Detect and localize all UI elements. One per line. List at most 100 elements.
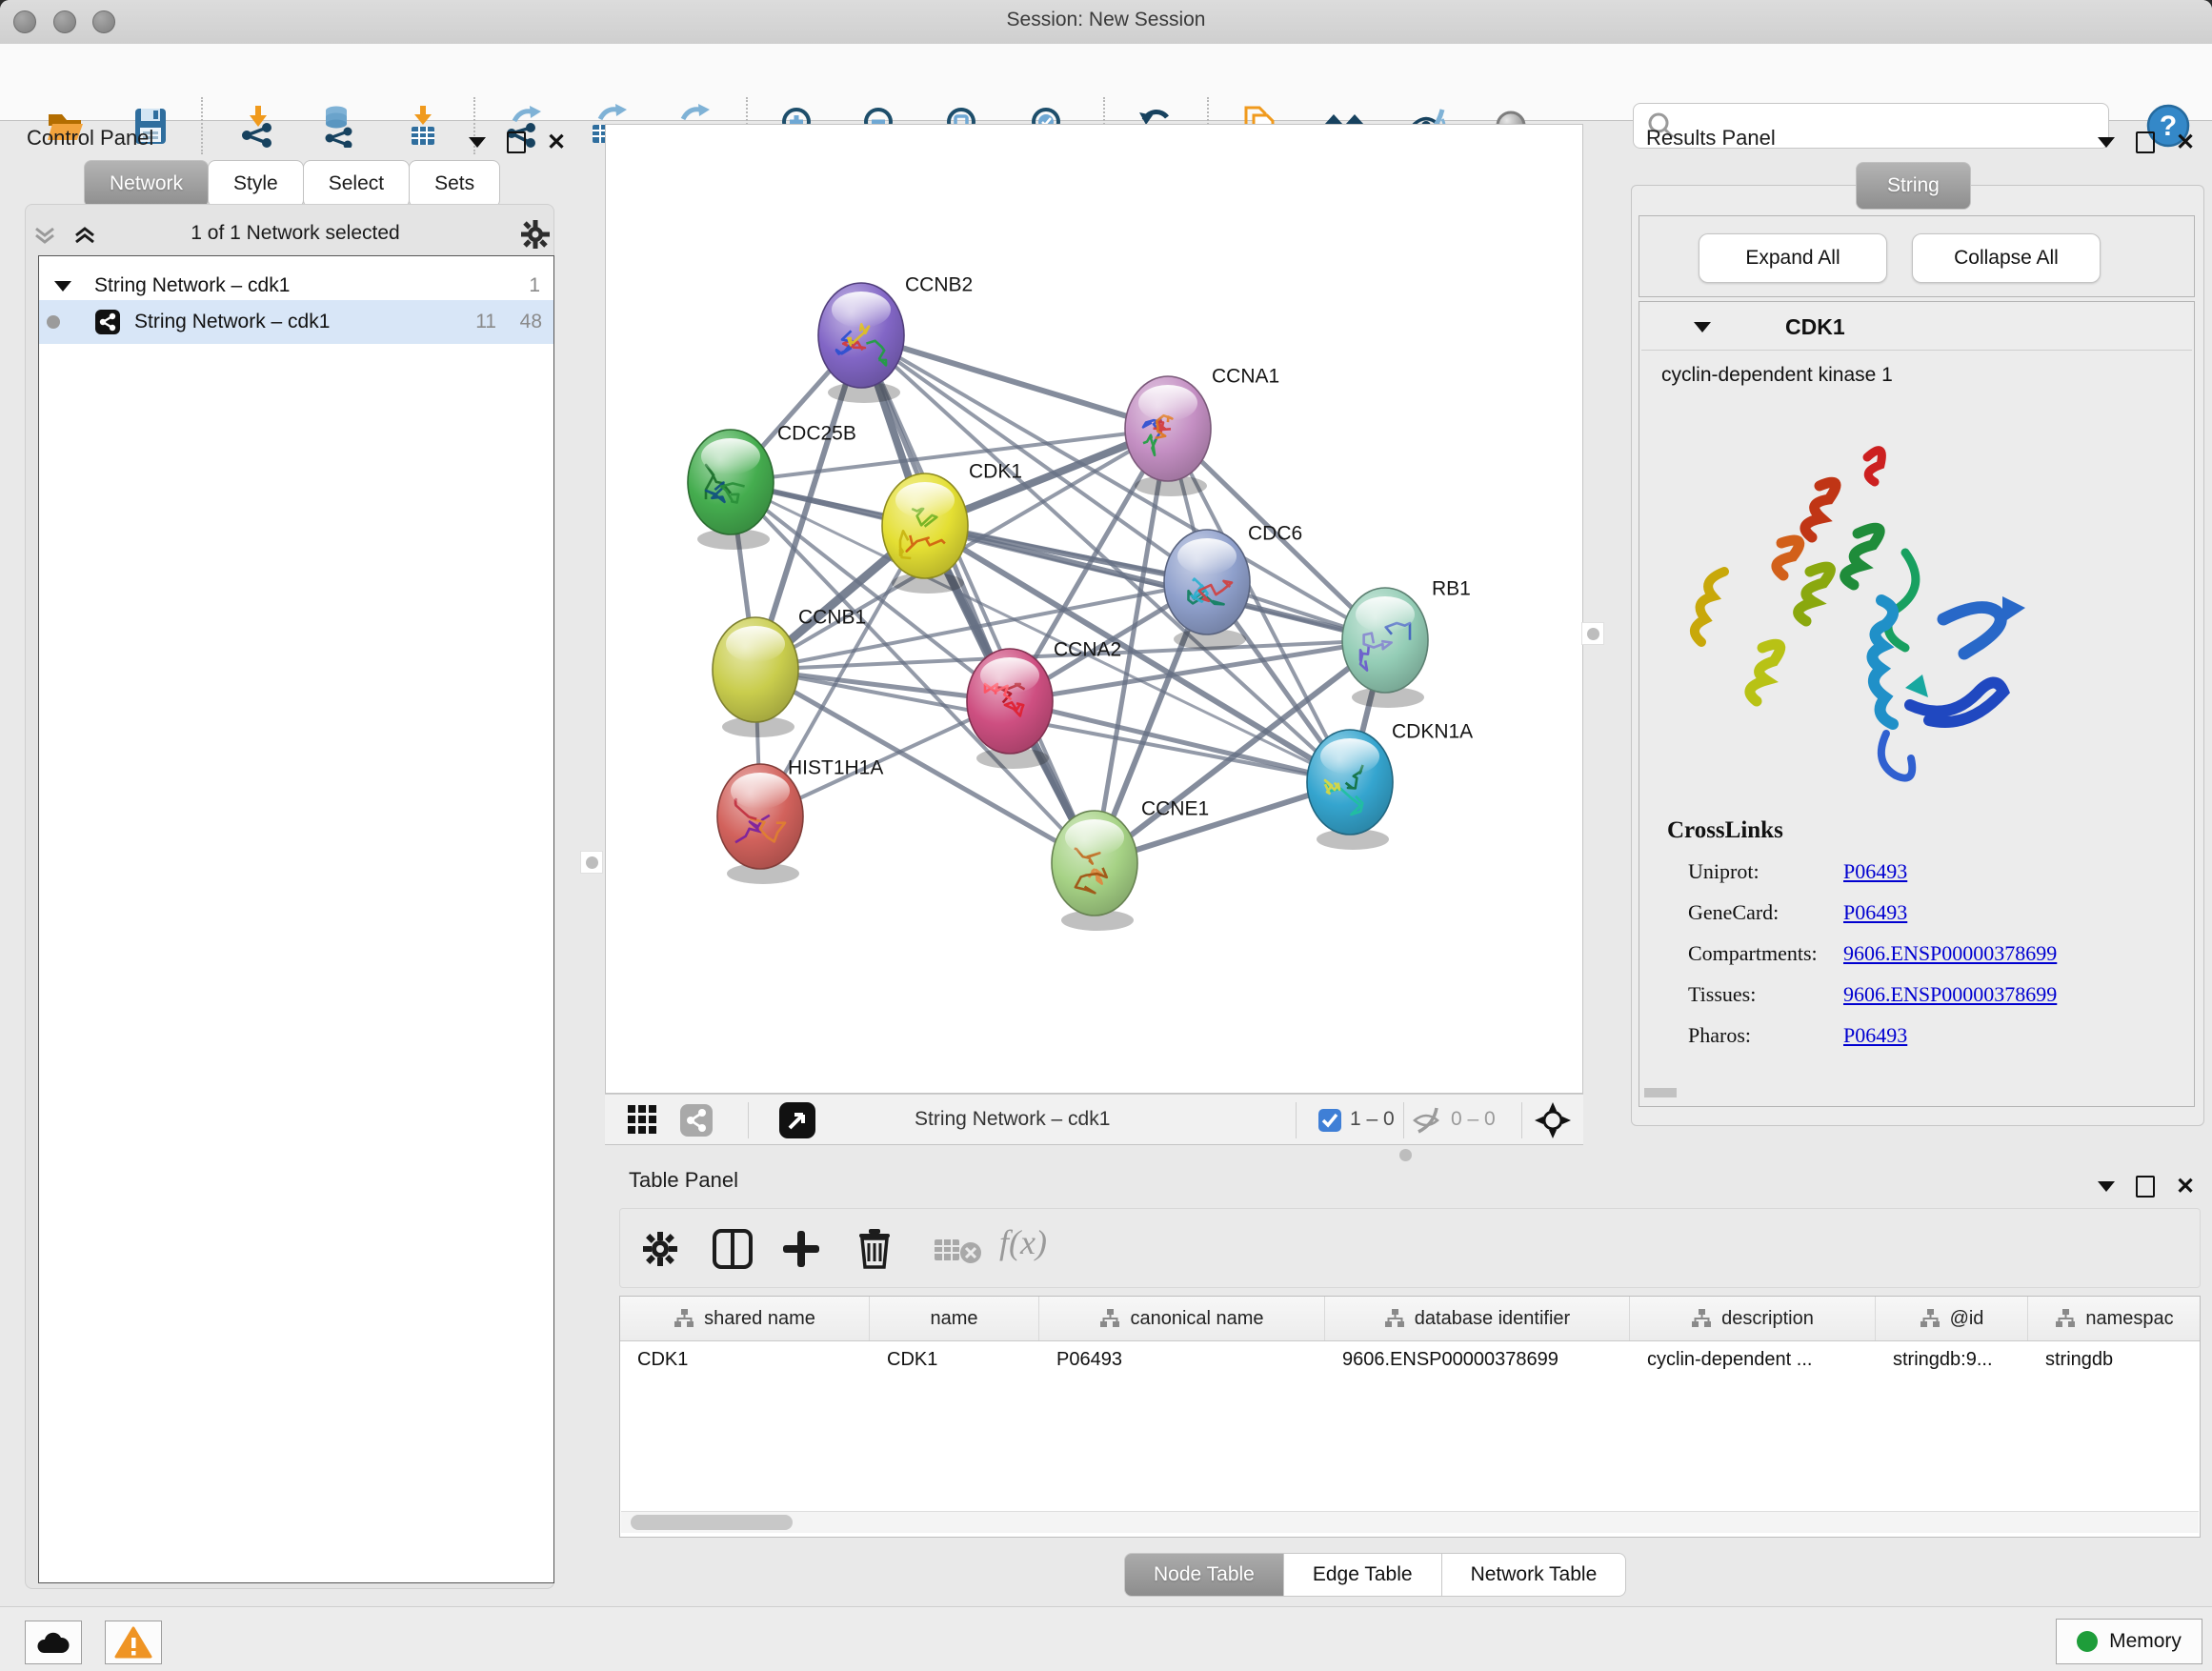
- node-label-CDKN1A: CDKN1A: [1392, 720, 1473, 742]
- warning-button[interactable]: [105, 1621, 162, 1664]
- network-node-CCNB2[interactable]: CCNB2: [818, 273, 973, 403]
- gene-section-header[interactable]: CDK1: [1641, 304, 2192, 351]
- column-header-namespac[interactable]: namespac: [2028, 1297, 2201, 1340]
- collapse-panel-icon[interactable]: [2098, 1181, 2115, 1192]
- close-panel-icon[interactable]: ✕: [2176, 1178, 2195, 1196]
- crosslink-row: Uniprot:P06493: [1688, 859, 2183, 884]
- float-panel-icon[interactable]: [2136, 1176, 2155, 1198]
- network-edge[interactable]: [861, 335, 1168, 429]
- shared-column-icon: [1920, 1308, 1941, 1329]
- close-panel-icon[interactable]: ✕: [547, 133, 566, 151]
- float-panel-icon[interactable]: [507, 131, 526, 153]
- close-panel-icon[interactable]: ✕: [2176, 133, 2195, 151]
- left-splitter-handle[interactable]: [580, 851, 603, 874]
- table-hscrollbar[interactable]: [621, 1511, 2199, 1533]
- add-column-icon[interactable]: [780, 1228, 822, 1270]
- network-view-share-icon[interactable]: [679, 1103, 714, 1137]
- table-cell[interactable]: CDK1: [870, 1349, 1039, 1371]
- results-hscrollbar[interactable]: [1644, 1088, 1677, 1097]
- tab-style[interactable]: Style: [208, 160, 304, 208]
- column-header-canonical-name[interactable]: canonical name: [1039, 1297, 1325, 1340]
- column-header--id[interactable]: @id: [1876, 1297, 2028, 1340]
- main-toolbar: ?: [0, 44, 2212, 121]
- collapse-panel-icon[interactable]: [2098, 137, 2115, 148]
- results-panel-title: Results Panel: [1646, 126, 1776, 151]
- crosslink-link[interactable]: 9606.ENSP00000378699: [1843, 941, 2057, 966]
- tree-expand-icon[interactable]: [54, 281, 71, 292]
- cloud-icon: [34, 1628, 72, 1657]
- crosshair-icon[interactable]: [1535, 1102, 1571, 1138]
- node-label-CDK1: CDK1: [969, 460, 1022, 482]
- network-node-HIST1H1A[interactable]: HIST1H1A: [717, 756, 883, 884]
- delete-column-icon[interactable]: [855, 1227, 895, 1271]
- expand-tree-icon[interactable]: [32, 223, 57, 252]
- shared-column-icon: [2055, 1308, 2076, 1329]
- node-label-CCNE1: CCNE1: [1141, 797, 1209, 819]
- collection-count: 1: [529, 274, 540, 297]
- column-header-database-identifier[interactable]: database identifier: [1325, 1297, 1630, 1340]
- node-label-CDC6: CDC6: [1248, 522, 1302, 544]
- cloud-button[interactable]: [25, 1621, 82, 1664]
- network-node-CCNE1[interactable]: CCNE1: [1052, 797, 1209, 931]
- network-node-RB1[interactable]: RB1: [1342, 577, 1471, 708]
- tab-node-table[interactable]: Node Table: [1124, 1553, 1284, 1597]
- table-cell[interactable]: 9606.ENSP00000378699: [1325, 1349, 1630, 1371]
- bottom-splitter-handle[interactable]: [1399, 1149, 1412, 1161]
- memory-status-icon: [2077, 1631, 2098, 1652]
- collapse-panel-icon[interactable]: [469, 137, 486, 148]
- detach-view-icon[interactable]: [778, 1101, 816, 1139]
- network-options-gear-icon[interactable]: [520, 219, 551, 254]
- node-label-CCNB2: CCNB2: [905, 273, 973, 295]
- crosslink-link[interactable]: P06493: [1843, 859, 1907, 884]
- show-columns-icon[interactable]: [712, 1228, 754, 1270]
- network-node-CDKN1A[interactable]: CDKN1A: [1307, 720, 1473, 850]
- node-table[interactable]: shared namenamecanonical namedatabase id…: [619, 1296, 2201, 1538]
- shared-column-icon: [1384, 1308, 1405, 1329]
- column-header-description[interactable]: description: [1630, 1297, 1876, 1340]
- toolbar-separator: [201, 97, 203, 154]
- float-panel-icon[interactable]: [2136, 131, 2155, 153]
- import-table-button[interactable]: [401, 104, 445, 148]
- crosslink-row: Pharos:P06493: [1688, 1023, 2183, 1048]
- table-cell[interactable]: CDK1: [620, 1349, 870, 1371]
- table-cell[interactable]: P06493: [1039, 1349, 1325, 1371]
- crosslink-link[interactable]: P06493: [1843, 900, 1907, 925]
- selected-count-label: 1 – 0: [1350, 1108, 1395, 1131]
- column-header-shared-name[interactable]: shared name: [620, 1297, 870, 1340]
- expand-all-button[interactable]: Expand All: [1699, 233, 1887, 283]
- collapse-tree-icon[interactable]: [72, 223, 97, 252]
- tab-string[interactable]: String: [1856, 162, 1971, 210]
- tab-edge-table[interactable]: Edge Table: [1283, 1553, 1442, 1597]
- crosslink-label: Compartments:: [1688, 941, 1843, 966]
- table-row[interactable]: CDK1CDK1P064939606.ENSP00000378699cyclin…: [620, 1341, 2200, 1378]
- selected-checkbox-icon[interactable]: [1317, 1108, 1342, 1133]
- collapse-section-icon[interactable]: [1694, 322, 1711, 332]
- window-title: Session: New Session: [0, 9, 2212, 31]
- tab-network-table[interactable]: Network Table: [1441, 1553, 1627, 1597]
- collapse-all-button[interactable]: Collapse All: [1912, 233, 2101, 283]
- crosslinks-title: CrossLinks: [1667, 817, 1783, 844]
- table-cell[interactable]: stringdb:9...: [1876, 1349, 2028, 1371]
- network-tree-child-row[interactable]: String Network – cdk1 11 48: [39, 300, 553, 344]
- edge-count: 48: [520, 311, 542, 333]
- memory-button[interactable]: Memory: [2056, 1619, 2202, 1664]
- table-cell[interactable]: cyclin-dependent ...: [1630, 1349, 1876, 1371]
- tab-select[interactable]: Select: [303, 160, 410, 208]
- network-node-CCNA1[interactable]: CCNA1: [1125, 365, 1279, 496]
- right-splitter-handle[interactable]: [1581, 622, 1604, 645]
- crosslink-label: GeneCard:: [1688, 900, 1843, 925]
- column-header-name[interactable]: name: [870, 1297, 1039, 1340]
- tab-network[interactable]: Network: [84, 160, 209, 208]
- tab-sets[interactable]: Sets: [409, 160, 500, 208]
- table-cell[interactable]: stringdb: [2028, 1349, 2201, 1371]
- import-network-database-button[interactable]: [316, 104, 360, 148]
- network-edge[interactable]: [861, 335, 1095, 863]
- grid-view-icon[interactable]: [626, 1103, 660, 1137]
- crosslink-link[interactable]: 9606.ENSP00000378699: [1843, 982, 2057, 1007]
- import-network-file-button[interactable]: [236, 104, 280, 148]
- crosslink-link[interactable]: P06493: [1843, 1023, 1907, 1048]
- network-canvas[interactable]: CCNB2CCNA1CDC25BCDK1CDC6RB1CCNB1CCNA2CDK…: [605, 124, 1583, 1094]
- protein-structure-image: [1667, 429, 2048, 810]
- shared-column-icon: [1691, 1308, 1712, 1329]
- table-options-gear-icon[interactable]: [641, 1230, 679, 1268]
